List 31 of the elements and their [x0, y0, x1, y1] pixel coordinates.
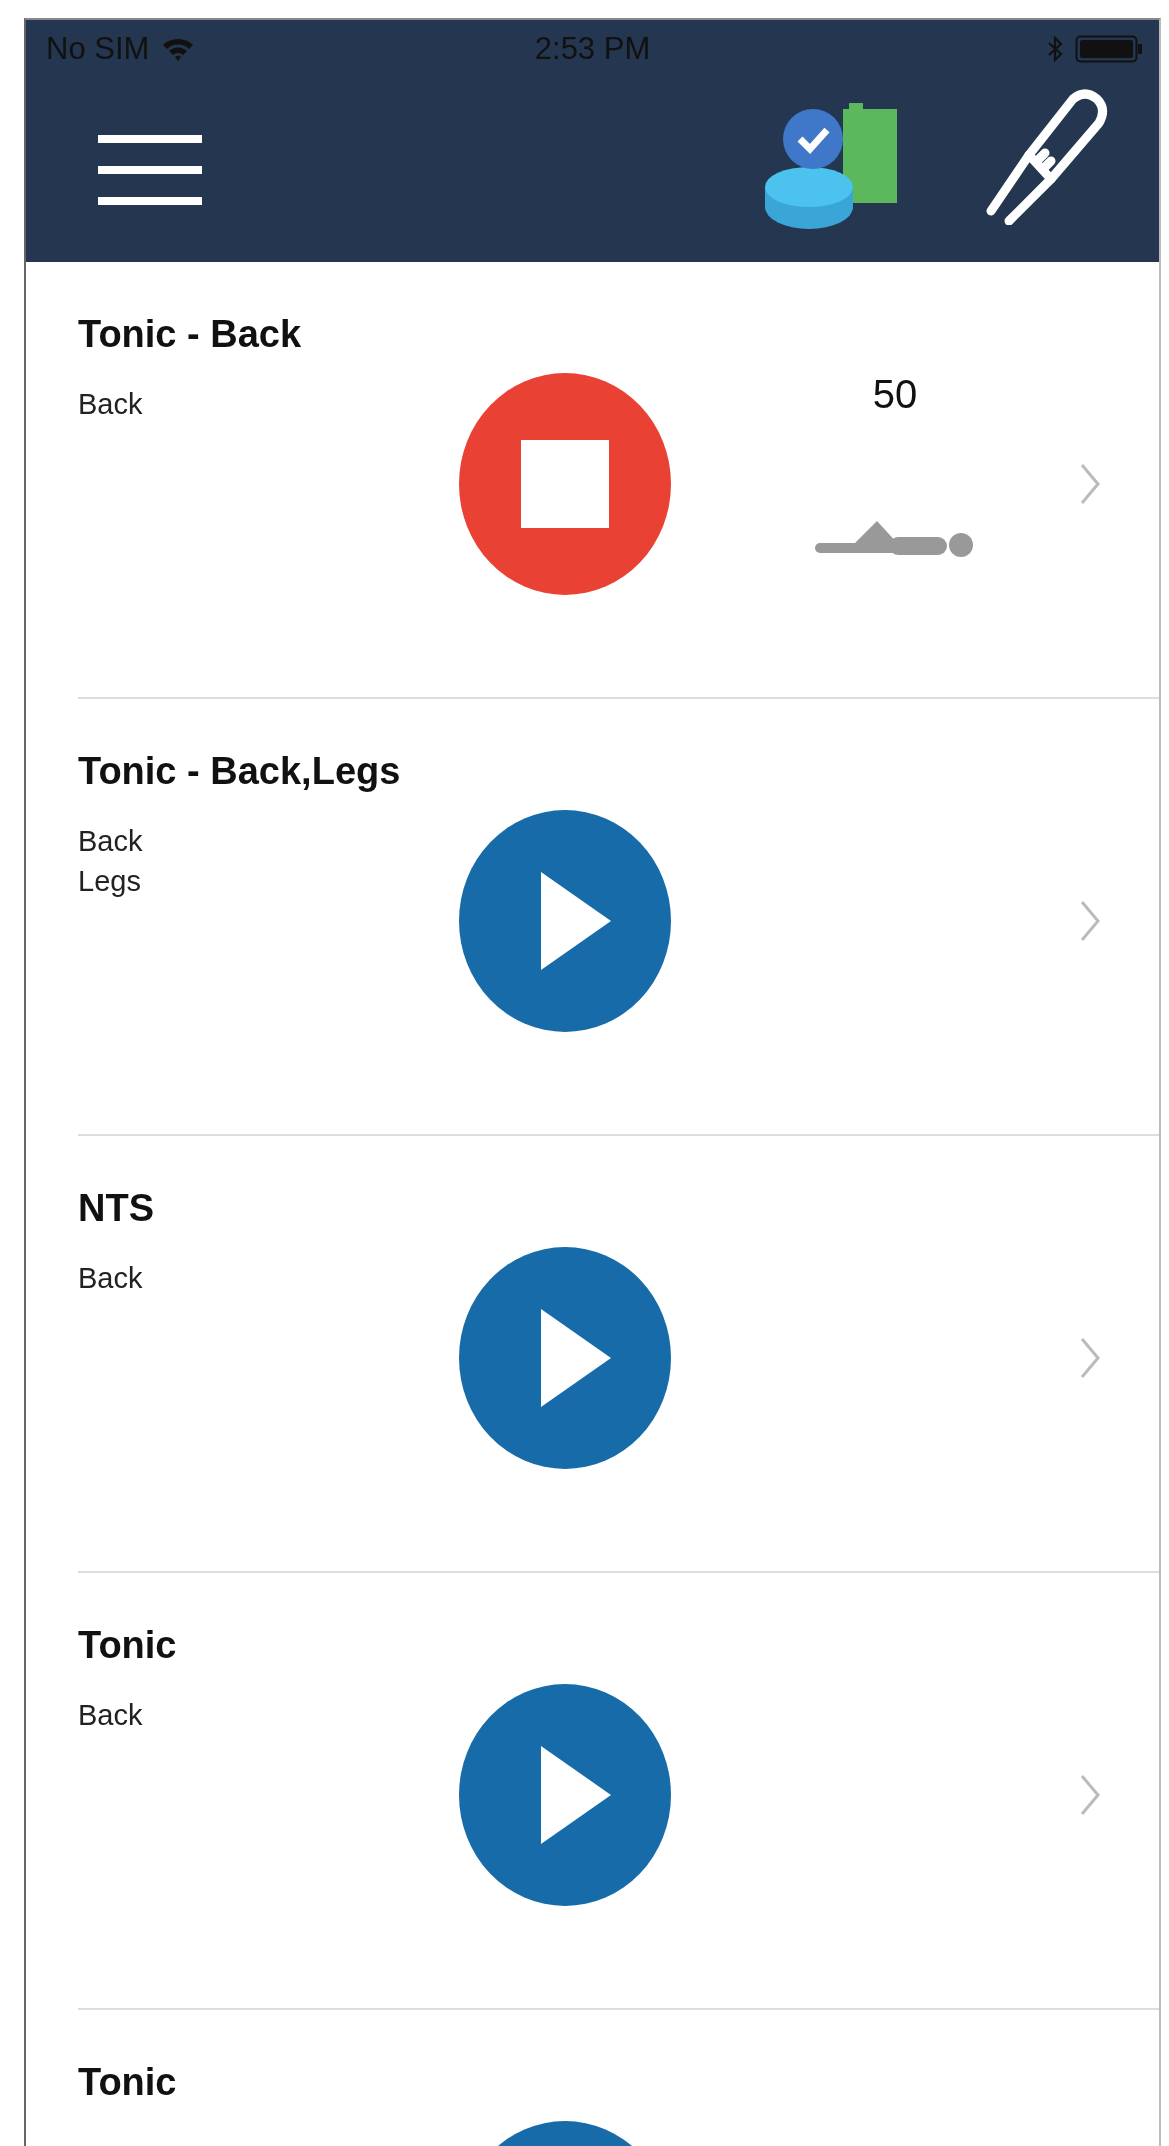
remote-wand-icon[interactable]	[985, 89, 1109, 225]
body-area-label: Back	[78, 1261, 144, 1296]
chevron-icon	[1079, 1336, 1101, 1380]
program-title: NTS	[78, 1186, 155, 1231]
battery-icon	[1075, 34, 1143, 64]
chevron-icon	[1079, 1773, 1101, 1817]
program-row[interactable]: Tonic - Back Back 50	[78, 262, 1159, 699]
program-title: Tonic - Back,Legs	[78, 749, 402, 794]
program-row[interactable]: Tonic Back	[78, 1573, 1159, 2010]
carrier-label: No SIM	[46, 31, 150, 67]
program-row[interactable]: Tonic - Back,Legs Back Legs	[78, 699, 1159, 1136]
play-button[interactable]	[459, 1247, 671, 1469]
menu-icon[interactable]	[98, 135, 202, 205]
program-row[interactable]: Tonic	[78, 2010, 1159, 2146]
body-area-label: Legs	[78, 864, 142, 899]
chevron-icon	[1079, 899, 1101, 943]
body-area-label: Back	[78, 1698, 144, 1733]
chevron-icon	[1079, 462, 1101, 506]
program-title: Tonic	[78, 2060, 178, 2105]
play-button[interactable]	[459, 1684, 671, 1906]
stop-button[interactable]	[459, 373, 671, 595]
body-area-label: Back	[78, 824, 144, 859]
amplitude-value: 50	[872, 372, 918, 417]
program-title: Tonic	[78, 1623, 178, 1668]
clock-time: 2:53 PM	[534, 31, 651, 67]
program-title: Tonic - Back	[78, 312, 303, 357]
body-area-label: Back	[78, 387, 144, 422]
program-row[interactable]: NTS Back	[78, 1136, 1159, 1573]
play-button[interactable]	[459, 810, 671, 1032]
wifi-icon	[161, 36, 196, 62]
bluetooth-icon	[1047, 35, 1063, 63]
